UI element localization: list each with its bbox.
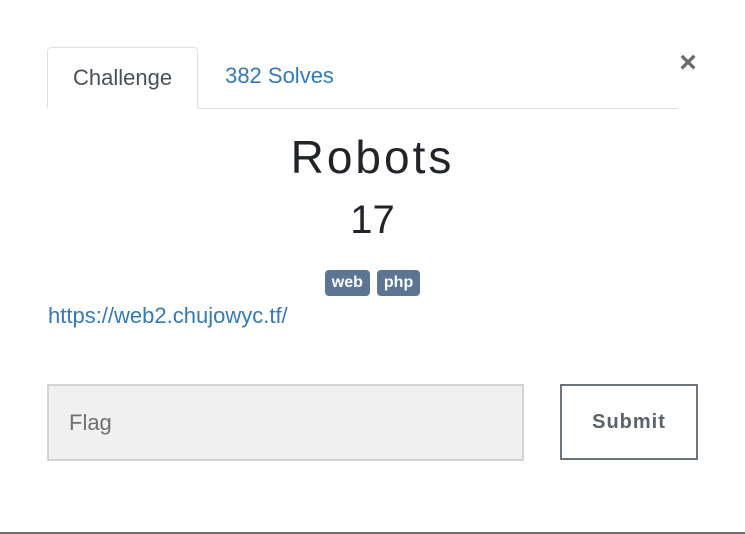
close-icon[interactable]: ×: [676, 46, 700, 80]
modal-tabs: Challenge 382 Solves: [47, 46, 678, 109]
challenge-url-link[interactable]: https://web2.chujowyc.tf/: [48, 303, 288, 329]
challenge-tags: web php: [0, 270, 745, 296]
challenge-points: 17: [350, 198, 395, 242]
challenge-title: Robots: [290, 131, 455, 183]
flag-input[interactable]: [47, 384, 524, 461]
submit-button[interactable]: Submit: [560, 384, 698, 460]
tab-challenge[interactable]: Challenge: [47, 47, 199, 109]
tag-badge-web: web: [324, 270, 370, 296]
tab-solves[interactable]: 382 Solves: [198, 46, 359, 108]
challenge-modal: Challenge 382 Solves × Robots 17 web php…: [0, 0, 745, 534]
tag-badge-php: php: [376, 270, 421, 296]
